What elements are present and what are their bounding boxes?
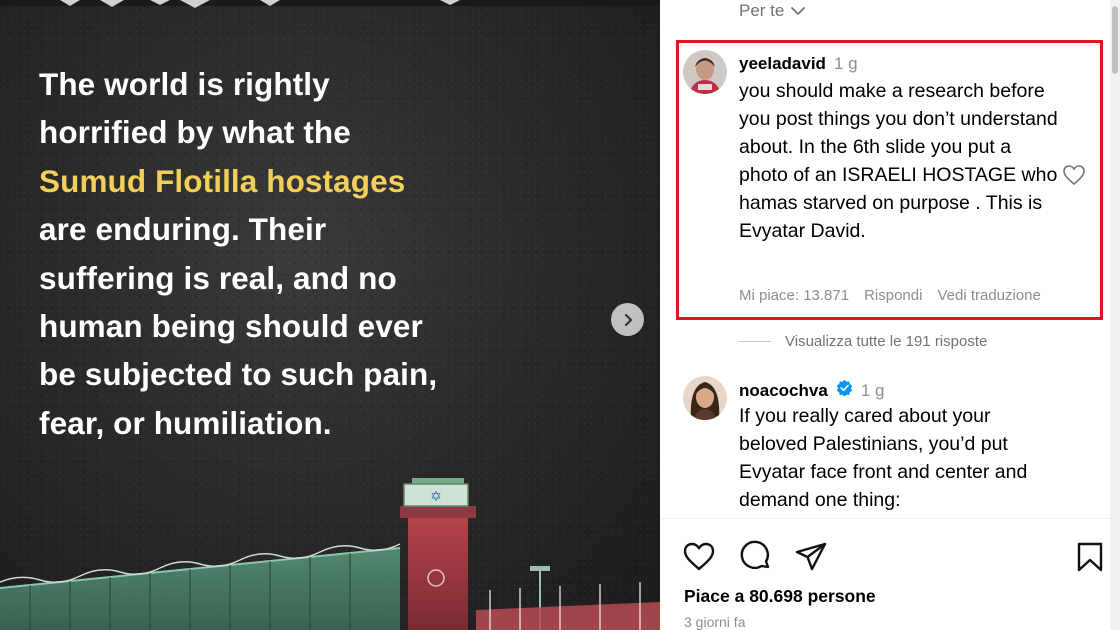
text-segment-highlight: Sumud Flotilla hostages <box>39 162 406 199</box>
top-decoration <box>0 0 660 8</box>
bookmark-icon[interactable] <box>1073 540 1107 574</box>
comment-time[interactable]: 1 g <box>861 381 885 401</box>
post-caption-text: The world is rightly horrified by what t… <box>39 60 459 447</box>
post-date: 3 giorni fa <box>684 614 746 630</box>
instagram-post-view: The world is rightly horrified by what t… <box>0 0 1120 630</box>
heart-icon[interactable] <box>682 540 716 574</box>
scrollbar-thumb[interactable] <box>1112 6 1118 74</box>
scrollbar[interactable] <box>1110 0 1120 630</box>
text-segment-1: The world is rightly horrified by what t… <box>39 66 351 151</box>
view-replies-button[interactable]: Visualizza tutte le 191 risposte <box>739 333 987 350</box>
comment-header: noacochva 1 g <box>739 379 884 401</box>
chevron-down-icon <box>791 7 806 15</box>
verified-badge-icon <box>836 379 852 396</box>
next-slide-button[interactable] <box>611 303 644 336</box>
sort-label: Per te <box>739 1 785 20</box>
share-icon[interactable] <box>794 540 828 574</box>
prison-illustration: ✡ <box>0 478 660 630</box>
replies-divider <box>739 341 771 342</box>
post-likes-count[interactable]: Piace a 80.698 persone <box>684 586 876 607</box>
avatar[interactable] <box>683 376 727 420</box>
post-image: The world is rightly horrified by what t… <box>0 0 660 630</box>
comment-icon[interactable] <box>739 540 773 574</box>
highlight-annotation-box <box>676 40 1103 320</box>
comment-username[interactable]: noacochva <box>739 381 828 401</box>
chevron-right-icon <box>624 313 632 326</box>
comment-body: If you really cared about your beloved P… <box>739 405 1028 511</box>
svg-text:✡: ✡ <box>430 489 442 505</box>
text-segment-3: are enduring. Their suffering is real, a… <box>39 211 438 441</box>
comment-sort-dropdown[interactable]: Per te <box>739 1 806 21</box>
view-replies-label: Visualizza tutte le 191 risposte <box>785 333 988 350</box>
user-avatar-icon <box>683 376 727 420</box>
